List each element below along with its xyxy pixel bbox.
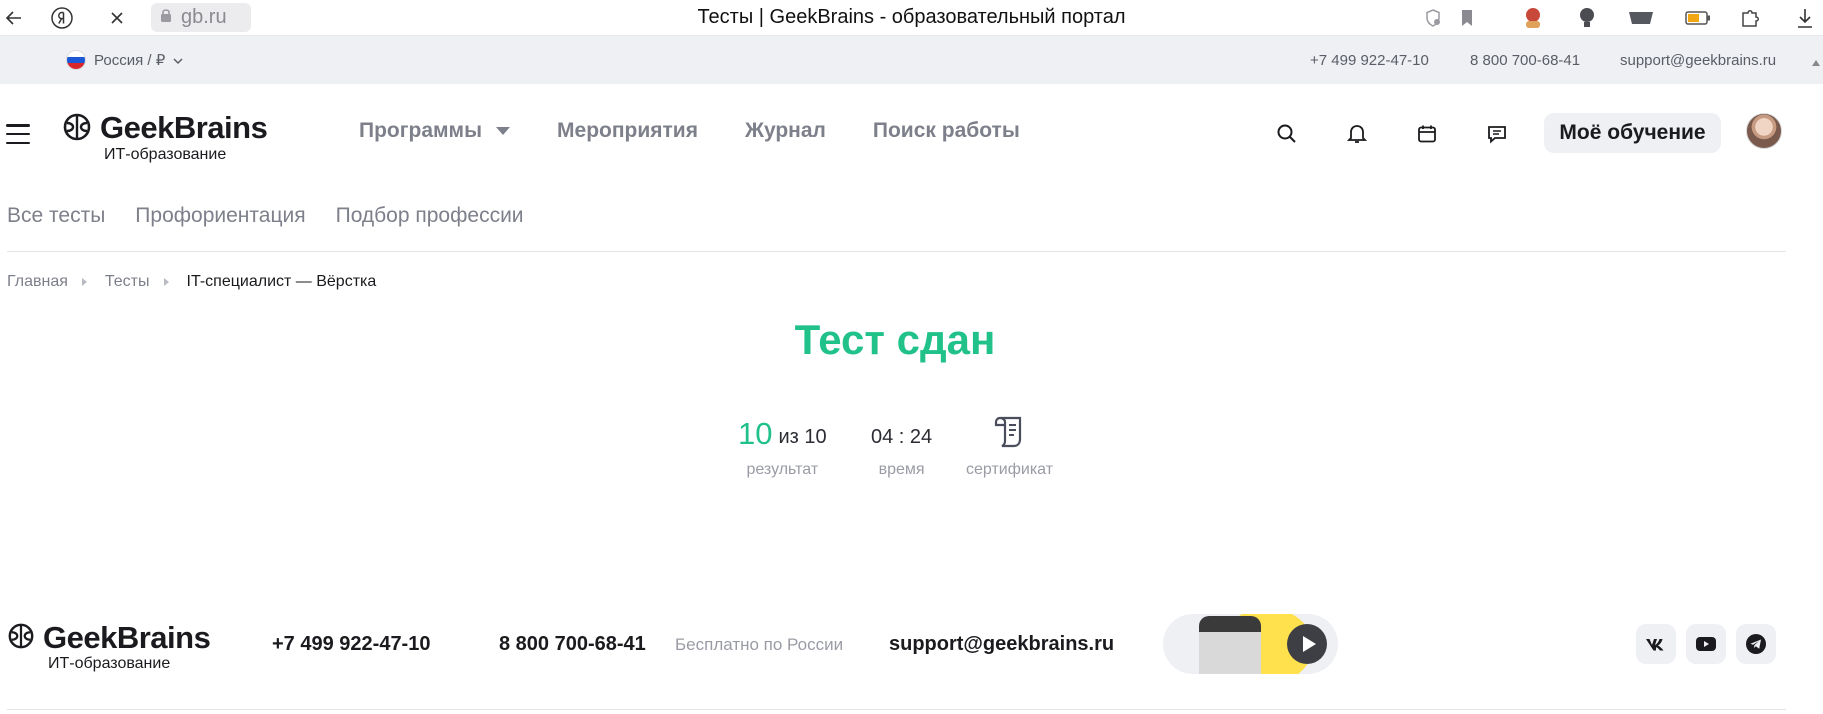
footer-phone-moscow[interactable]: +7 499 922-47-10 xyxy=(272,633,430,656)
region-selector[interactable]: Россия / ₽ xyxy=(66,50,183,70)
nav-journal[interactable]: Журнал xyxy=(745,119,826,143)
download-icon[interactable] xyxy=(1790,4,1820,32)
top-utility-bar: Россия / ₽ +7 499 922-47-10 8 800 700-68… xyxy=(0,36,1823,84)
time-value: 04 : 24 xyxy=(871,426,933,448)
footer-phone-free[interactable]: 8 800 700-68-41 xyxy=(499,633,646,656)
tab-title: Тесты | GeekBrains - образовательный пор… xyxy=(697,6,1126,28)
bell-icon[interactable] xyxy=(1343,120,1371,148)
footer-logo-subtitle: ИТ-образование xyxy=(48,655,171,672)
breadcrumb: Главная Тесты IT-специалист — Вёрстка xyxy=(7,273,376,291)
back-icon[interactable] xyxy=(0,4,28,32)
extension-avatar-icon[interactable] xyxy=(1518,4,1548,32)
footer-logo[interactable]: GeekBrains ИТ-образование xyxy=(7,620,211,672)
url-text: gb.ru xyxy=(181,6,227,28)
tests-subnav: Все тесты Профориентация Подбор професси… xyxy=(7,204,524,228)
protect-icon[interactable] xyxy=(1418,4,1448,32)
search-icon[interactable] xyxy=(1273,120,1301,148)
logo-name: GeekBrains xyxy=(100,110,268,145)
utility-phone-moscow[interactable]: +7 499 922-47-10 xyxy=(1310,52,1429,69)
chevron-down-icon xyxy=(173,52,183,69)
brain-logo-icon xyxy=(62,112,92,147)
logo-subtitle: ИТ-образование xyxy=(104,146,227,163)
telegram-icon[interactable] xyxy=(1736,624,1776,664)
chat-icon[interactable] xyxy=(1483,120,1511,148)
vk-icon[interactable] xyxy=(1636,624,1676,664)
youtube-icon[interactable] xyxy=(1686,624,1726,664)
footer-logo-name: GeekBrains xyxy=(43,620,211,655)
footer-divider xyxy=(7,709,1786,710)
caret-down-icon xyxy=(496,127,511,135)
scroll-up-icon[interactable] xyxy=(1812,60,1820,66)
yandex-icon[interactable] xyxy=(48,4,76,32)
result-title: Тест сдан xyxy=(794,316,996,363)
my-learning-button[interactable]: Моё обучение xyxy=(1544,113,1721,153)
calendar-icon[interactable] xyxy=(1413,120,1441,148)
utility-phone-free[interactable]: 8 800 700-68-41 xyxy=(1470,52,1580,69)
lock-icon xyxy=(159,7,173,28)
score-stat: 10 из 10 результат xyxy=(738,405,827,479)
bookmark-icon[interactable] xyxy=(1452,4,1482,32)
breadcrumb-separator-icon xyxy=(163,278,169,286)
breadcrumb-tests[interactable]: Тесты xyxy=(105,273,150,291)
score-label: результат xyxy=(746,461,819,478)
page: gb.ru Тесты | GeekBrains - образовательн… xyxy=(0,0,1823,714)
region-label: Россия / ₽ xyxy=(94,52,166,69)
subnav-divider xyxy=(7,251,1786,252)
score-value: 10 xyxy=(738,416,773,451)
certificate-label: сертификат xyxy=(966,461,1054,478)
utility-email[interactable]: support@geekbrains.ru xyxy=(1620,52,1776,69)
promo-portrait xyxy=(1199,616,1261,674)
certificate-icon[interactable] xyxy=(993,405,1027,449)
russia-flag-icon xyxy=(66,50,86,70)
certificate-stat[interactable]: сертификат xyxy=(966,405,1053,479)
close-icon[interactable] xyxy=(103,4,131,32)
breadcrumb-home[interactable]: Главная xyxy=(7,273,68,291)
brain-logo-icon xyxy=(7,622,35,655)
extensions-puzzle-icon[interactable] xyxy=(1736,4,1766,32)
site-footer: GeekBrains ИТ-образование +7 499 922-47-… xyxy=(0,600,1823,714)
breadcrumb-current: IT-специалист — Вёрстка xyxy=(186,273,377,290)
score-total: из 10 xyxy=(778,426,827,448)
avatar[interactable] xyxy=(1746,113,1782,149)
nav-job-search[interactable]: Поиск работы xyxy=(873,119,1020,143)
browser-toolbar: gb.ru Тесты | GeekBrains - образовательн… xyxy=(0,0,1823,36)
subnav-career-guidance[interactable]: Профориентация xyxy=(135,204,305,228)
play-icon[interactable] xyxy=(1287,624,1327,664)
subnav-all-tests[interactable]: Все тесты xyxy=(7,204,105,228)
time-label: время xyxy=(878,461,925,478)
footer-email[interactable]: support@geekbrains.ru xyxy=(889,633,1114,656)
time-stat: 04 : 24 время xyxy=(871,405,932,479)
video-promo[interactable] xyxy=(1163,614,1338,674)
menu-icon[interactable] xyxy=(6,124,30,144)
subnav-profession-match[interactable]: Подбор профессии xyxy=(336,204,524,228)
address-bar[interactable]: gb.ru xyxy=(151,3,251,32)
logo[interactable]: GeekBrains ИТ-образование xyxy=(62,110,268,163)
nav-events[interactable]: Мероприятия xyxy=(557,119,698,143)
footer-phone-free-note: Бесплатно по России xyxy=(675,635,844,654)
extension-bulb-icon[interactable] xyxy=(1572,4,1602,32)
battery-icon[interactable] xyxy=(1683,4,1713,32)
site-header: GeekBrains ИТ-образование Программы Меро… xyxy=(0,84,1823,182)
extension-tray-icon[interactable] xyxy=(1626,4,1656,32)
nav-programs-label: Программы xyxy=(359,119,483,142)
breadcrumb-separator-icon xyxy=(81,278,87,286)
main-nav: Программы Мероприятия Журнал Поиск работ… xyxy=(359,119,1067,143)
nav-programs[interactable]: Программы xyxy=(359,119,511,143)
scrollbar[interactable] xyxy=(1812,60,1820,714)
